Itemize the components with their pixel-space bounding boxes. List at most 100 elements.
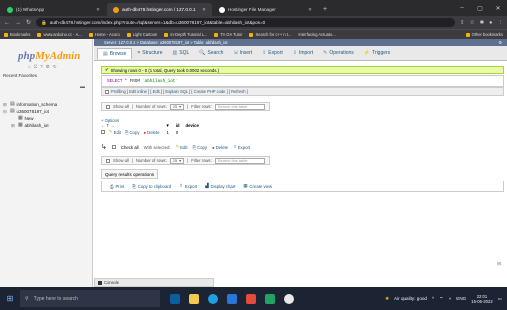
browser-tab-file-manager[interactable]: Hostinger File Manager ✕ xyxy=(213,3,318,16)
phpmyadmin-logo[interactable]: phpMyAdmin xyxy=(18,50,80,62)
other-bookmarks[interactable]: Other bookmarks xyxy=(465,32,503,37)
bookmark-item[interactable]: Search for c++ n t... xyxy=(249,32,291,37)
reload-icon[interactable]: ↻ xyxy=(26,19,31,26)
docs-icon[interactable]: ? xyxy=(40,64,43,70)
app-icon[interactable] xyxy=(265,293,275,304)
display-chart-button[interactable]: ▟ Display chart xyxy=(205,183,235,189)
tab-sql[interactable]: ▥ SQL xyxy=(168,48,195,59)
copy-row-link[interactable]: ⎘ Copy xyxy=(125,130,139,135)
share-icon[interactable]: ⇪ xyxy=(460,20,465,26)
sql-query-box[interactable]: SELECT * FROM `abhilash_iot` xyxy=(101,75,504,87)
bookmark-icon xyxy=(126,32,131,37)
new-tab-button[interactable]: + xyxy=(318,3,332,16)
tree-item-table[interactable]: ⊞ ▦ abhilash_iot xyxy=(3,122,57,129)
logout-icon[interactable]: ⎋ xyxy=(34,64,38,70)
clock[interactable]: 22:01 15-06-2022 xyxy=(471,294,492,304)
chevron-up-icon[interactable]: ^ xyxy=(432,296,434,301)
bookmark-item[interactable]: In-Depth Tutorial L... xyxy=(164,32,207,37)
tree-item-information-schema[interactable]: ⊞ ▤ information_schema xyxy=(3,101,57,108)
forward-icon[interactable]: → xyxy=(15,20,21,26)
menu-icon[interactable]: ⋮ xyxy=(498,20,504,26)
tree-item-db[interactable]: ⊟ ▤ u360078197_iot xyxy=(3,108,57,115)
tab-export[interactable]: ⇪ Export xyxy=(257,48,288,59)
collapse-all-icon[interactable]: ▬ xyxy=(80,84,85,90)
profile-avatar-icon[interactable]: ● xyxy=(489,20,492,26)
profiling-checkbox[interactable] xyxy=(105,89,109,94)
show-all-checkbox[interactable] xyxy=(106,104,110,109)
task-view-icon[interactable] xyxy=(170,293,180,304)
pencil-icon: ✎ xyxy=(109,129,113,134)
export-selected-button[interactable]: ⇪ Export xyxy=(233,144,250,150)
tab-import[interactable]: ⇩ Import xyxy=(288,48,318,59)
settings-icon[interactable]: ⚙ xyxy=(46,64,50,70)
row-checkbox[interactable] xyxy=(101,130,105,134)
extension-icon[interactable]: ✱ xyxy=(480,20,485,26)
tab-browse[interactable]: ▤ Browse xyxy=(97,47,133,59)
delete-row-link[interactable]: ● Delete xyxy=(143,130,159,135)
home-icon[interactable]: ⌂ xyxy=(28,64,31,70)
tab-insert[interactable]: ⇲ Insert xyxy=(228,48,257,59)
tab-operations[interactable]: ✎ Operations xyxy=(318,48,359,59)
edit-selected-button[interactable]: ✎ Edit xyxy=(176,144,188,150)
store-icon[interactable] xyxy=(227,293,237,304)
column-device[interactable]: device xyxy=(186,123,199,128)
tab-structure[interactable]: ⌗ Structure xyxy=(132,48,167,59)
print-button[interactable]: ⎙ Print xyxy=(110,184,124,189)
close-window-icon[interactable]: ✕ xyxy=(489,5,507,12)
table-navigation-top: Show all | Number of rows: 25 ▾ | Filter … xyxy=(101,101,504,112)
reload-icon[interactable]: ↻ xyxy=(53,64,57,70)
column-id[interactable]: id xyxy=(176,123,180,128)
search-icon: 🔍 xyxy=(199,50,206,56)
column-arrows[interactable]: ← T → xyxy=(101,123,114,128)
app-icon[interactable] xyxy=(246,293,256,304)
copy-selected-button[interactable]: ⎘ Copy xyxy=(193,145,207,150)
bookmark-item[interactable]: Home - Acoro xyxy=(88,32,120,37)
close-icon[interactable]: ✕ xyxy=(96,7,100,13)
edge-icon[interactable] xyxy=(208,293,218,304)
export-icon: ⇪ xyxy=(262,50,267,56)
minimize-icon[interactable]: – xyxy=(453,5,471,11)
delete-selected-button[interactable]: ● Delete xyxy=(212,145,228,150)
star-icon[interactable]: ☆ xyxy=(470,20,475,26)
gear-icon[interactable]: ⚙ xyxy=(498,40,502,45)
bookmark-icon[interactable]: ⊟ xyxy=(497,261,501,267)
close-icon[interactable]: ✕ xyxy=(308,7,312,13)
notifications-icon[interactable]: ▭ xyxy=(498,296,502,302)
url-input[interactable]: 🔒 auth-db478.hstinger.com/index.php?rout… xyxy=(36,18,456,27)
edit-row-link[interactable]: ✎ Edit xyxy=(109,129,121,135)
export-button[interactable]: ⇪ Export xyxy=(179,183,197,189)
recent-favorites[interactable]: Recent Favorites xyxy=(3,73,37,78)
console-toggle[interactable]: Console xyxy=(94,278,214,287)
rows-select[interactable]: 25 ▾ xyxy=(169,103,185,110)
copy-clipboard-button[interactable]: ⎘ Copy to clipboard xyxy=(132,184,171,189)
back-icon[interactable]: ← xyxy=(4,20,10,26)
bookmark-item[interactable]: www.arduino.cc - A... xyxy=(37,32,82,37)
chrome-icon[interactable] xyxy=(284,293,294,304)
maximize-icon[interactable]: ▢ xyxy=(471,5,489,12)
file-explorer-icon[interactable] xyxy=(189,293,199,304)
create-view-button[interactable]: ▦ Create view xyxy=(243,183,272,189)
browser-tab-phpmyadmin[interactable]: auth-db478.hstinger.com / 127.0.0.1 ✕ xyxy=(107,3,212,16)
taskbar-search-input[interactable]: ⚲ Type here to search xyxy=(20,290,160,307)
bookmark-item[interactable]: TA OA Tutor xyxy=(214,32,242,37)
bookmark-item[interactable]: Light Cartoon xyxy=(126,32,157,37)
close-icon[interactable]: ✕ xyxy=(202,7,206,13)
rows-select[interactable]: 25 ▾ xyxy=(169,157,185,164)
copy-icon: ⎘ xyxy=(125,129,129,135)
copy-icon: ⎘ xyxy=(192,144,197,150)
database-icon: ▤ xyxy=(10,109,15,114)
browser-tab-whatsapp[interactable]: (1) WhatsApp ✕ xyxy=(1,3,106,16)
bookmark-item[interactable]: Interfacing Actuato... xyxy=(298,32,335,37)
check-all-checkbox[interactable] xyxy=(111,145,116,149)
sort-icon[interactable]: ▼ xyxy=(165,123,169,128)
tree-item-new[interactable]: ▦ New xyxy=(3,115,57,122)
tab-search[interactable]: 🔍 Search xyxy=(194,48,228,59)
bookmark-item[interactable]: Bookmarks xyxy=(4,32,30,37)
windows-start-icon[interactable]: ⊞ xyxy=(0,287,20,310)
tab-triggers[interactable]: ⚡ Triggers xyxy=(359,48,395,59)
filter-rows-input[interactable]: Search this table xyxy=(214,103,265,110)
filter-rows-input[interactable]: Search this table xyxy=(214,157,265,164)
network-icon[interactable]: ⌔ xyxy=(439,296,443,302)
show-all-checkbox[interactable] xyxy=(106,158,110,163)
volume-icon[interactable]: ◖ xyxy=(448,296,451,301)
